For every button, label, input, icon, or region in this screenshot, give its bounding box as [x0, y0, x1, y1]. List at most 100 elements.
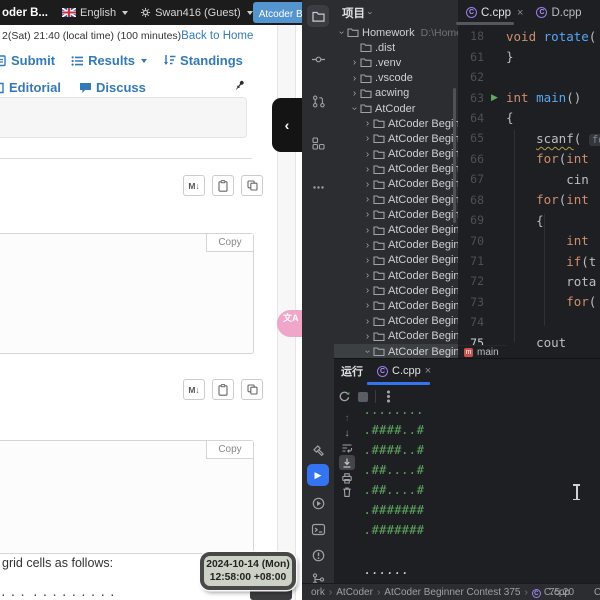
- more-icon[interactable]: [307, 176, 329, 198]
- code-text: rota: [506, 274, 596, 289]
- tree-row[interactable]: › AtCoder Beginner: [334, 207, 458, 222]
- breadcrumb-item[interactable]: AtCoder Beginner Contest 375: [384, 587, 520, 598]
- translate-icon: 文A: [283, 313, 299, 323]
- back-to-home-link[interactable]: Back to Home: [181, 30, 253, 42]
- tree-row[interactable]: › AtCoder Beginner: [334, 314, 458, 329]
- tree-scrollbar-thumb[interactable]: [453, 88, 456, 223]
- code-line: 74: [458, 312, 600, 332]
- caret-position[interactable]: 75:20: [549, 587, 574, 598]
- chevron-right-icon: ›: [365, 163, 370, 175]
- tree-row[interactable]: › AtCoder Beginner: [334, 298, 458, 313]
- terminal-icon[interactable]: [307, 518, 329, 540]
- submit-link[interactable]: Submit: [0, 53, 55, 68]
- status-tail[interactable]: C: [594, 587, 600, 598]
- close-icon[interactable]: ×: [425, 365, 431, 377]
- build-icon[interactable]: [307, 439, 329, 461]
- line-number: 62: [470, 70, 484, 85]
- chevron-down-icon: ›: [349, 106, 360, 111]
- tree-row[interactable]: › AtCoder Beginner: [334, 162, 458, 177]
- markdown-copy-button[interactable]: M↓: [183, 175, 205, 196]
- breadcrumb-item[interactable]: AtCoder: [336, 587, 373, 598]
- tree-row[interactable]: › AtCoder: [334, 101, 458, 116]
- print-icon[interactable]: [339, 470, 355, 485]
- soft-wrap-icon[interactable]: [339, 441, 355, 456]
- tree-row[interactable]: › Homework D:\Homewo: [334, 25, 458, 40]
- tree-row[interactable]: › AtCoder Beginner: [334, 238, 458, 253]
- chevron-left-icon: ‹: [284, 117, 290, 133]
- run-line-icon[interactable]: ▶: [491, 92, 498, 103]
- scroll-to-end-icon[interactable]: [339, 455, 355, 471]
- tree-row[interactable]: › AtCoder Beginner: [334, 147, 458, 162]
- down-arrow-icon[interactable]: ↓: [339, 426, 355, 441]
- tab-scrollbar-thumb[interactable]: [456, 22, 514, 25]
- commit-icon[interactable]: [307, 48, 329, 70]
- tree-row[interactable]: › AtCoder Beginner: [334, 283, 458, 298]
- discuss-link[interactable]: Discuss: [79, 80, 146, 95]
- standings-link[interactable]: Standings: [163, 53, 243, 68]
- code-line: 61}: [458, 46, 600, 66]
- run-console[interactable]: ........ .####..# .####..# .##....# .##....#…: [364, 400, 600, 583]
- tree-row[interactable]: › AtCoder Beginner: [334, 253, 458, 268]
- breadcrumb-item[interactable]: ork: [311, 587, 325, 598]
- tree-row[interactable]: › .vscode: [334, 71, 458, 86]
- structure-icon[interactable]: [307, 132, 329, 154]
- chevron-right-icon: ›: [365, 118, 370, 130]
- editorial-link[interactable]: Editorial: [0, 80, 61, 95]
- sidebar-collapse-button[interactable]: ‹: [272, 98, 302, 152]
- tree-row[interactable]: › AtCoder Beginner: [334, 268, 458, 283]
- contest-meta: 2(Sat) 21:40 (local time) (100 minutes) …: [2, 30, 253, 42]
- inlay-hint: fo: [588, 133, 600, 146]
- run-panel-title: 运行: [341, 366, 363, 378]
- translate-button[interactable]: 文A: [277, 310, 302, 337]
- editor-tab[interactable]: C D.cpp: [531, 0, 589, 25]
- pull-requests-icon[interactable]: [307, 90, 329, 112]
- clipboard-button[interactable]: [212, 379, 234, 400]
- run-tab[interactable]: C C.cpp ×: [377, 365, 431, 377]
- tree-row-label: AtCoder Beginner: [388, 239, 458, 252]
- tree-row[interactable]: › AtCoder Beginner: [334, 329, 458, 344]
- services-icon[interactable]: [307, 492, 329, 514]
- folder-icon: [373, 209, 385, 220]
- code-editor[interactable]: 18 void rotate(61} 62 63 ▶ int main() 64{65 sc…: [458, 26, 600, 356]
- tree-row[interactable]: › acwing: [334, 86, 458, 101]
- tree-row[interactable]: › AtCoder Beginner: [334, 222, 458, 237]
- language-menu[interactable]: English: [62, 7, 129, 19]
- console-line: .####..#: [364, 442, 425, 457]
- atcoder-better-settings-button[interactable]: Atcoder Better! 设置: [252, 2, 302, 23]
- tree-row[interactable]: › AtCoder Beginner: [334, 343, 458, 358]
- clipboard-button[interactable]: [212, 175, 234, 196]
- tree-row[interactable]: .dist: [334, 40, 458, 55]
- markdown-copy-button[interactable]: M↓: [183, 379, 205, 400]
- pin-icon[interactable]: [233, 79, 246, 92]
- tree-row-label: AtCoder: [375, 102, 416, 115]
- chevron-down-icon: ›: [365, 11, 376, 15]
- tree-row[interactable]: › AtCoder Beginner: [334, 131, 458, 146]
- tree-row-label: AtCoder Beginner: [388, 163, 458, 176]
- code-token: int: [566, 151, 589, 167]
- clock-widget[interactable]: 2024-10-14 (Mon) 12:58:00 +08:00: [200, 552, 296, 590]
- copy-button[interactable]: Copy: [206, 234, 253, 252]
- more-options-icon[interactable]: [387, 395, 390, 398]
- run-icon[interactable]: ▶: [307, 464, 329, 486]
- user-menu[interactable]: Swan416 (Guest): [140, 7, 253, 19]
- close-icon[interactable]: ×: [517, 7, 523, 19]
- chevron-down-icon: ›: [362, 349, 373, 354]
- problems-icon[interactable]: [307, 544, 329, 566]
- project-tree-header[interactable]: 项目 ›: [342, 5, 376, 21]
- copy-button[interactable]: Copy: [206, 441, 253, 459]
- rerun-button[interactable]: [338, 390, 351, 403]
- tree-row[interactable]: › AtCoder Beginner: [334, 192, 458, 207]
- chevron-right-icon: ›: [365, 194, 370, 206]
- clear-trash-icon[interactable]: [339, 485, 355, 500]
- tree-row[interactable]: › .venv: [334, 55, 458, 70]
- line-number: 65: [470, 131, 484, 146]
- up-arrow-icon[interactable]: ↑: [339, 411, 355, 426]
- copy-pages-button[interactable]: [241, 175, 263, 196]
- copy-pages-button[interactable]: [241, 379, 263, 400]
- results-menu[interactable]: Results: [71, 53, 148, 68]
- tree-row[interactable]: › AtCoder Beginner: [334, 177, 458, 192]
- project-icon[interactable]: [307, 5, 329, 27]
- tree-row[interactable]: › AtCoder Beginner: [334, 116, 458, 131]
- tree-row-label: .vscode: [375, 72, 413, 85]
